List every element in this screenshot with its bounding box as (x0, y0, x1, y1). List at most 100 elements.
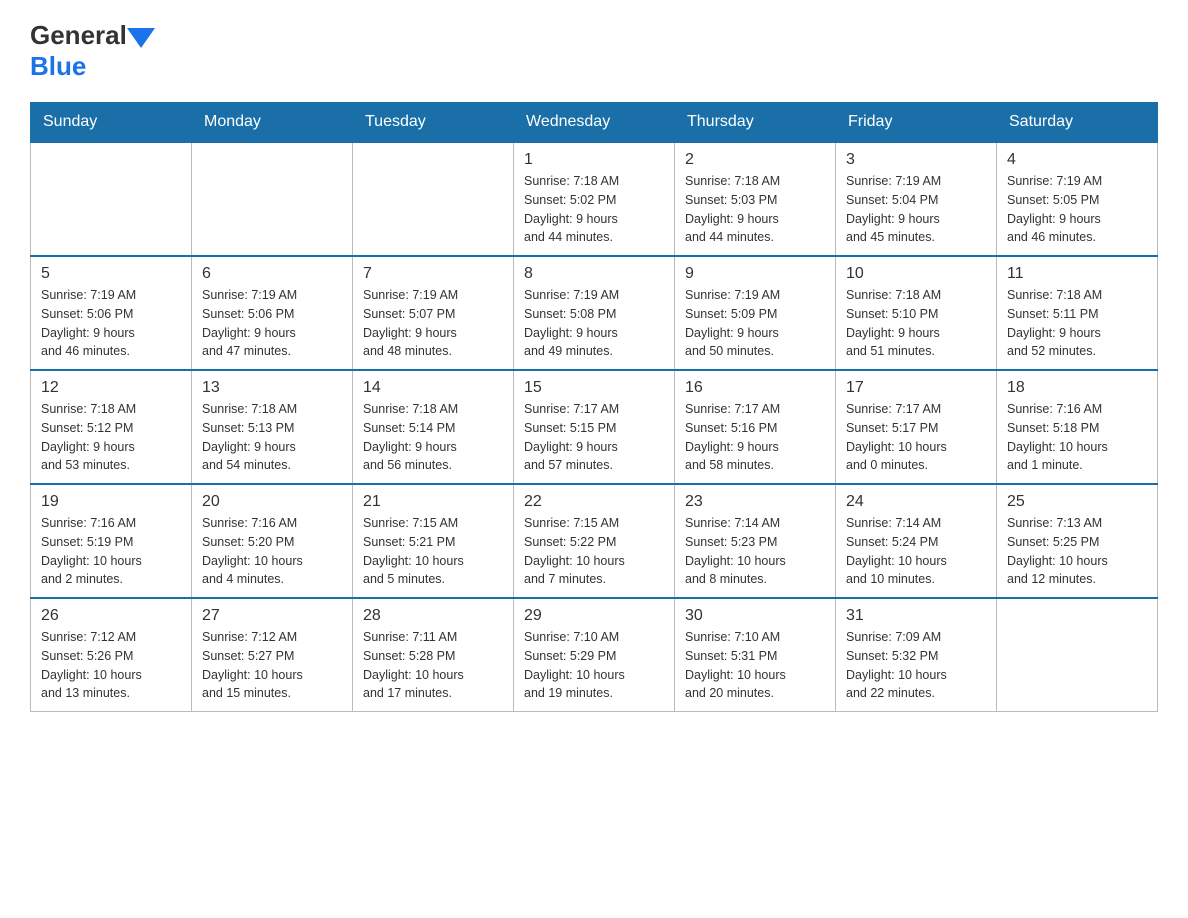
day-cell: 12 Sunrise: 7:18 AM Sunset: 5:12 PM Dayli… (31, 370, 192, 484)
column-header-saturday: Saturday (997, 103, 1158, 143)
day-cell: 16 Sunrise: 7:17 AM Sunset: 5:16 PM Dayli… (675, 370, 836, 484)
day-cell: 17 Sunrise: 7:17 AM Sunset: 5:17 PM Dayli… (836, 370, 997, 484)
day-info: Sunrise: 7:10 AM Sunset: 5:29 PM Dayligh… (524, 628, 664, 703)
day-number: 27 (202, 607, 342, 625)
day-cell: 13 Sunrise: 7:18 AM Sunset: 5:13 PM Dayli… (192, 370, 353, 484)
day-cell: 23 Sunrise: 7:14 AM Sunset: 5:23 PM Dayli… (675, 484, 836, 598)
day-cell: 7 Sunrise: 7:19 AM Sunset: 5:07 PM Daylig… (353, 256, 514, 370)
page-header: General Blue (30, 20, 1158, 82)
day-number: 20 (202, 493, 342, 511)
day-number: 11 (1007, 265, 1147, 283)
calendar-table: SundayMondayTuesdayWednesdayThursdayFrid… (30, 102, 1158, 712)
day-cell (31, 142, 192, 256)
day-info: Sunrise: 7:16 AM Sunset: 5:20 PM Dayligh… (202, 514, 342, 589)
week-row-3: 12 Sunrise: 7:18 AM Sunset: 5:12 PM Dayli… (31, 370, 1158, 484)
day-info: Sunrise: 7:17 AM Sunset: 5:16 PM Dayligh… (685, 400, 825, 475)
day-cell: 4 Sunrise: 7:19 AM Sunset: 5:05 PM Daylig… (997, 142, 1158, 256)
column-header-tuesday: Tuesday (353, 103, 514, 143)
day-number: 1 (524, 151, 664, 169)
day-info: Sunrise: 7:14 AM Sunset: 5:24 PM Dayligh… (846, 514, 986, 589)
day-cell: 29 Sunrise: 7:10 AM Sunset: 5:29 PM Dayli… (514, 598, 675, 712)
day-cell: 6 Sunrise: 7:19 AM Sunset: 5:06 PM Daylig… (192, 256, 353, 370)
day-info: Sunrise: 7:18 AM Sunset: 5:10 PM Dayligh… (846, 286, 986, 361)
day-cell (997, 598, 1158, 712)
day-info: Sunrise: 7:19 AM Sunset: 5:05 PM Dayligh… (1007, 172, 1147, 247)
day-info: Sunrise: 7:18 AM Sunset: 5:03 PM Dayligh… (685, 172, 825, 247)
day-number: 16 (685, 379, 825, 397)
day-info: Sunrise: 7:14 AM Sunset: 5:23 PM Dayligh… (685, 514, 825, 589)
day-cell: 27 Sunrise: 7:12 AM Sunset: 5:27 PM Dayli… (192, 598, 353, 712)
day-info: Sunrise: 7:16 AM Sunset: 5:19 PM Dayligh… (41, 514, 181, 589)
day-number: 23 (685, 493, 825, 511)
day-number: 21 (363, 493, 503, 511)
day-cell: 14Sunrise: 7:18 AM Sunset: 5:14 PM Dayli… (353, 370, 514, 484)
week-row-5: 26Sunrise: 7:12 AM Sunset: 5:26 PM Dayli… (31, 598, 1158, 712)
day-number: 18 (1007, 379, 1147, 397)
day-number: 30 (685, 607, 825, 625)
day-info: Sunrise: 7:18 AM Sunset: 5:02 PM Dayligh… (524, 172, 664, 247)
day-info: Sunrise: 7:17 AM Sunset: 5:17 PM Dayligh… (846, 400, 986, 475)
column-header-wednesday: Wednesday (514, 103, 675, 143)
day-number: 15 (524, 379, 664, 397)
column-header-monday: Monday (192, 103, 353, 143)
day-info: Sunrise: 7:19 AM Sunset: 5:08 PM Dayligh… (524, 286, 664, 361)
day-cell: 26Sunrise: 7:12 AM Sunset: 5:26 PM Dayli… (31, 598, 192, 712)
day-info: Sunrise: 7:15 AM Sunset: 5:21 PM Dayligh… (363, 514, 503, 589)
logo-general-text: General (30, 20, 127, 51)
day-info: Sunrise: 7:15 AM Sunset: 5:22 PM Dayligh… (524, 514, 664, 589)
day-cell (353, 142, 514, 256)
day-cell: 9Sunrise: 7:19 AM Sunset: 5:09 PM Daylig… (675, 256, 836, 370)
day-info: Sunrise: 7:13 AM Sunset: 5:25 PM Dayligh… (1007, 514, 1147, 589)
day-number: 31 (846, 607, 986, 625)
day-info: Sunrise: 7:16 AM Sunset: 5:18 PM Dayligh… (1007, 400, 1147, 475)
day-cell: 18 Sunrise: 7:16 AM Sunset: 5:18 PM Dayli… (997, 370, 1158, 484)
day-cell: 1 Sunrise: 7:18 AM Sunset: 5:02 PM Daylig… (514, 142, 675, 256)
day-cell: 2 Sunrise: 7:18 AM Sunset: 5:03 PM Daylig… (675, 142, 836, 256)
day-number: 22 (524, 493, 664, 511)
day-number: 12 (41, 379, 181, 397)
column-header-sunday: Sunday (31, 103, 192, 143)
day-cell: 30Sunrise: 7:10 AM Sunset: 5:31 PM Dayli… (675, 598, 836, 712)
week-row-1: 1 Sunrise: 7:18 AM Sunset: 5:02 PM Daylig… (31, 142, 1158, 256)
day-number: 8 (524, 265, 664, 283)
day-number: 9 (685, 265, 825, 283)
day-cell: 8 Sunrise: 7:19 AM Sunset: 5:08 PM Daylig… (514, 256, 675, 370)
day-number: 2 (685, 151, 825, 169)
week-row-2: 5Sunrise: 7:19 AM Sunset: 5:06 PM Daylig… (31, 256, 1158, 370)
logo-triangle-icon (127, 28, 155, 48)
day-cell (192, 142, 353, 256)
day-info: Sunrise: 7:11 AM Sunset: 5:28 PM Dayligh… (363, 628, 503, 703)
calendar-header-row: SundayMondayTuesdayWednesdayThursdayFrid… (31, 103, 1158, 143)
column-header-thursday: Thursday (675, 103, 836, 143)
day-number: 6 (202, 265, 342, 283)
day-cell: 28 Sunrise: 7:11 AM Sunset: 5:28 PM Dayli… (353, 598, 514, 712)
day-number: 7 (363, 265, 503, 283)
day-number: 4 (1007, 151, 1147, 169)
day-cell: 15 Sunrise: 7:17 AM Sunset: 5:15 PM Dayli… (514, 370, 675, 484)
day-number: 14 (363, 379, 503, 397)
day-info: Sunrise: 7:09 AM Sunset: 5:32 PM Dayligh… (846, 628, 986, 703)
day-cell: 10 Sunrise: 7:18 AM Sunset: 5:10 PM Dayli… (836, 256, 997, 370)
day-number: 28 (363, 607, 503, 625)
day-info: Sunrise: 7:12 AM Sunset: 5:27 PM Dayligh… (202, 628, 342, 703)
logo: General Blue (30, 20, 155, 82)
day-number: 10 (846, 265, 986, 283)
day-number: 29 (524, 607, 664, 625)
day-info: Sunrise: 7:19 AM Sunset: 5:06 PM Dayligh… (202, 286, 342, 361)
day-info: Sunrise: 7:18 AM Sunset: 5:13 PM Dayligh… (202, 400, 342, 475)
day-info: Sunrise: 7:12 AM Sunset: 5:26 PM Dayligh… (41, 628, 181, 703)
day-number: 17 (846, 379, 986, 397)
day-info: Sunrise: 7:17 AM Sunset: 5:15 PM Dayligh… (524, 400, 664, 475)
day-number: 19 (41, 493, 181, 511)
column-header-friday: Friday (836, 103, 997, 143)
day-number: 13 (202, 379, 342, 397)
day-cell: 31 Sunrise: 7:09 AM Sunset: 5:32 PM Dayli… (836, 598, 997, 712)
day-number: 25 (1007, 493, 1147, 511)
day-cell: 25 Sunrise: 7:13 AM Sunset: 5:25 PM Dayli… (997, 484, 1158, 598)
day-info: Sunrise: 7:19 AM Sunset: 5:04 PM Dayligh… (846, 172, 986, 247)
day-info: Sunrise: 7:18 AM Sunset: 5:12 PM Dayligh… (41, 400, 181, 475)
day-cell: 20 Sunrise: 7:16 AM Sunset: 5:20 PM Dayli… (192, 484, 353, 598)
day-info: Sunrise: 7:19 AM Sunset: 5:06 PM Dayligh… (41, 286, 181, 361)
day-info: Sunrise: 7:19 AM Sunset: 5:07 PM Dayligh… (363, 286, 503, 361)
day-cell: 11Sunrise: 7:18 AM Sunset: 5:11 PM Dayli… (997, 256, 1158, 370)
